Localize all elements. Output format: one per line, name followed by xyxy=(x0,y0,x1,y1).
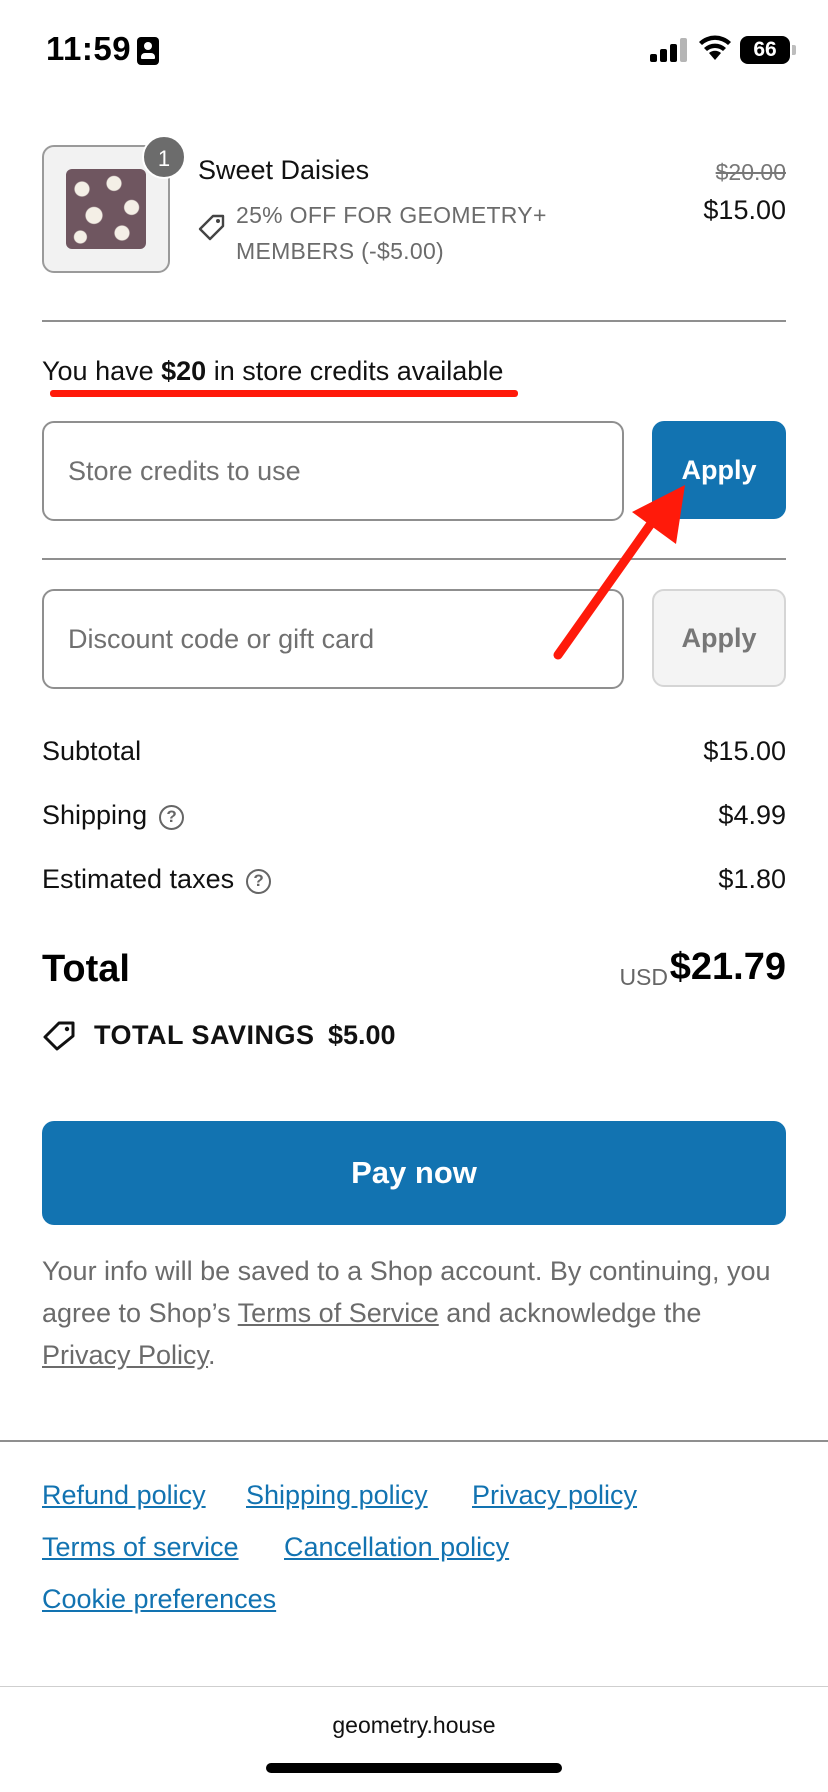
status-time: 11:59 xyxy=(46,30,132,67)
store-credits-input[interactable]: Store credits to use xyxy=(42,421,624,521)
terms-of-service-link[interactable]: Terms of Service xyxy=(238,1298,439,1328)
total-label: Total xyxy=(42,948,130,990)
original-price: $20.00 xyxy=(715,159,786,185)
battery-icon: 66 xyxy=(740,36,796,64)
taxes-value: $1.80 xyxy=(718,864,786,894)
refund-policy-link[interactable]: Refund policy xyxy=(42,1480,206,1511)
discount-label: 25% OFF FOR GEOMETRY+ MEMBERS (-$5.00) xyxy=(236,202,547,264)
store-credits-amount: $20 xyxy=(161,356,207,386)
store-credits-notice: You have $20 in store credits available xyxy=(42,356,503,387)
taxes-label: Estimated taxes xyxy=(42,864,235,894)
shipping-policy-link[interactable]: Shipping policy xyxy=(246,1480,428,1511)
product-name: Sweet Daisies xyxy=(198,155,370,185)
shipping-row: Shipping? $4.99 xyxy=(42,800,786,840)
order-line-item: 1 Sweet Daisies 25% OFF FOR GEOMETRY+ ME… xyxy=(42,135,786,275)
product-thumbnail: 1 xyxy=(42,135,186,273)
legal-text: . xyxy=(208,1340,216,1370)
shipping-label: Shipping xyxy=(42,800,148,830)
quantity-badge: 1 xyxy=(142,135,186,179)
total-currency: USD xyxy=(619,964,668,990)
divider xyxy=(42,320,786,322)
shipping-value: $4.99 xyxy=(718,800,786,830)
legal-text: and acknowledge the xyxy=(438,1298,702,1328)
subtotal-label: Subtotal xyxy=(42,736,142,766)
browser-url-label[interactable]: geometry.house xyxy=(0,1712,828,1739)
taxes-label-group: Estimated taxes? xyxy=(42,864,272,895)
home-indicator[interactable] xyxy=(266,1763,562,1773)
taxes-help-icon[interactable]: ? xyxy=(246,869,272,894)
total-savings-label: TOTAL SAVINGS xyxy=(94,1020,315,1050)
legal-notice: Your info will be saved to a Shop accoun… xyxy=(42,1250,786,1376)
cellular-signal-icon xyxy=(650,38,688,62)
privacy-policy-footer-link[interactable]: Privacy policy xyxy=(472,1480,637,1511)
total-savings-value: $5.00 xyxy=(328,1020,396,1050)
subtotal-value: $15.00 xyxy=(703,736,786,766)
pay-now-button[interactable]: Pay now xyxy=(42,1121,786,1225)
tag-icon xyxy=(198,214,225,241)
footer-divider xyxy=(0,1440,828,1442)
cookie-preferences-link[interactable]: Cookie preferences xyxy=(42,1584,276,1615)
discount-code-input[interactable]: Discount code or gift card xyxy=(42,589,624,689)
terms-of-service-footer-link[interactable]: Terms of service xyxy=(42,1532,239,1563)
shipping-help-icon[interactable]: ? xyxy=(159,805,185,830)
product-image xyxy=(66,169,146,249)
annotation-arrow-icon xyxy=(553,485,685,660)
final-price: $15.00 xyxy=(703,195,786,225)
total-value: $21.79 xyxy=(669,946,786,988)
store-credits-prefix: You have xyxy=(42,356,162,386)
annotation-underline xyxy=(50,390,518,397)
store-credits-suffix: in store credits available xyxy=(206,356,504,386)
savings-tag-icon xyxy=(43,1021,75,1051)
wifi-icon xyxy=(699,35,731,60)
shipping-label-group: Shipping? xyxy=(42,800,185,831)
subtotal-row: Subtotal $15.00 xyxy=(42,736,786,776)
taxes-row: Estimated taxes? $1.80 xyxy=(42,864,786,904)
privacy-policy-link[interactable]: Privacy Policy xyxy=(42,1340,208,1370)
browser-bar-divider xyxy=(0,1686,828,1687)
cancellation-policy-link[interactable]: Cancellation policy xyxy=(284,1532,509,1563)
contact-card-icon xyxy=(137,37,159,65)
status-bar: 11:59 66 xyxy=(0,0,828,100)
